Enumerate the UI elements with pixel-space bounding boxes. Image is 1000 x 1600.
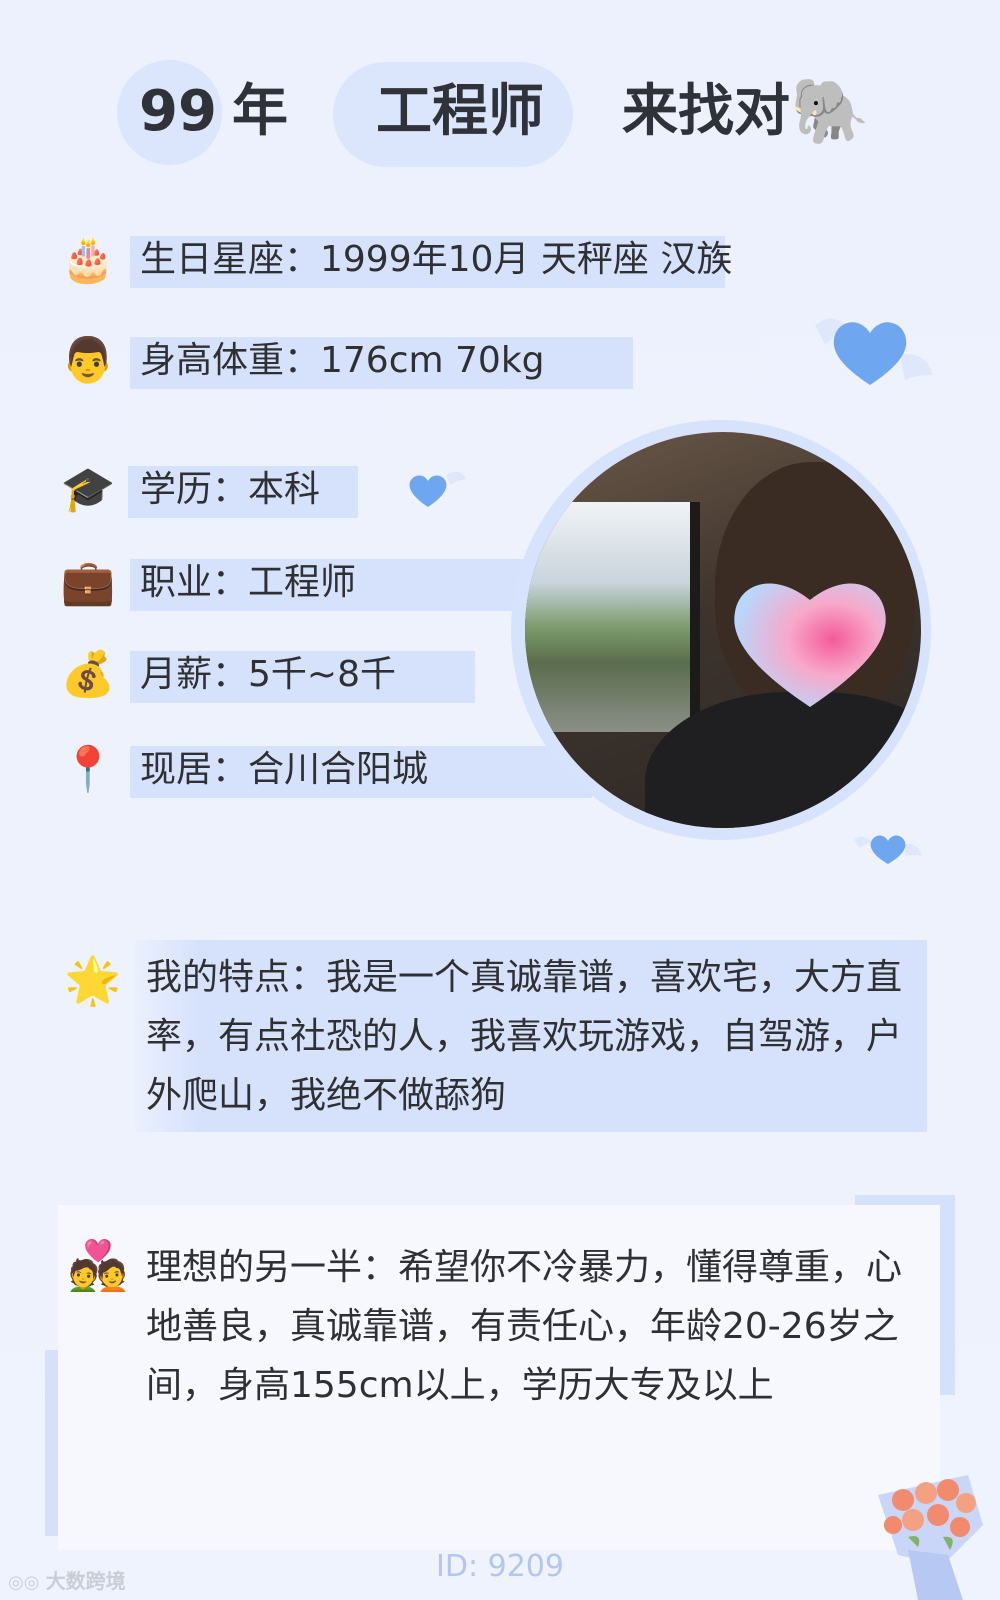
header: 99 年 工程师 来找对 🐘 (0, 60, 1000, 170)
heart-mask-icon (734, 583, 886, 707)
man-face-icon: 👨 (60, 335, 116, 386)
briefcase-icon: 💼 (60, 557, 116, 608)
small-winged-heart-icon (854, 835, 922, 864)
year-word: 年 (232, 79, 288, 144)
car-window (525, 502, 700, 732)
elephant-icon: 🐘 (790, 75, 870, 149)
info-birthday-text: 生日星座：1999年10月 天秤座 汉族 (140, 239, 733, 280)
job-title: 工程师 (376, 79, 544, 144)
ideal-partner-text: 理想的另一半：希望你不冷暴力，懂得尊重，心地善良，真诚靠谱，有责任心，年龄20-… (146, 1247, 903, 1406)
money-bag-icon: 💰 (60, 649, 116, 700)
location-pin-icon: 📍 (60, 744, 116, 795)
star-icon: 🌟 (64, 953, 122, 1007)
couple-heart-icon: 💑 (68, 1238, 128, 1294)
watermark: ◎◎ 大数跨境 (8, 1567, 126, 1597)
watermark-logo-icon: ◎◎ (8, 1572, 46, 1593)
winged-heart-icon (815, 318, 933, 385)
profile-card: 99 年 工程师 来找对 🐘 🎂 生日星座：1999年10月 天秤座 汉族 👨 … (0, 0, 1000, 1600)
age-number: 99 (139, 79, 217, 144)
info-salary-text: 月薪：5千~8千 (140, 654, 396, 695)
info-height-weight-text: 身高体重：176cm 70kg (140, 340, 545, 381)
info-residence-text: 现居：合川合阳城 (140, 749, 429, 790)
graduation-cap-icon: 🎓 (60, 464, 116, 515)
info-education-text: 学历：本科 (140, 469, 321, 510)
small-winged-heart-icon (409, 471, 466, 507)
profile-id: ID: 9209 (436, 1549, 564, 1584)
cake-icon: 🎂 (60, 234, 116, 285)
seeking-text: 来找对 (622, 79, 790, 144)
watermark-text: 大数跨境 (45, 1569, 126, 1593)
info-occupation-text: 职业：工程师 (140, 562, 357, 603)
profile-photo (525, 432, 921, 828)
features-text: 我的特点：我是一个真诚靠谱，喜欢宅，大方直率，有点社恐的人，我喜欢玩游戏，自驾游… (146, 957, 903, 1116)
